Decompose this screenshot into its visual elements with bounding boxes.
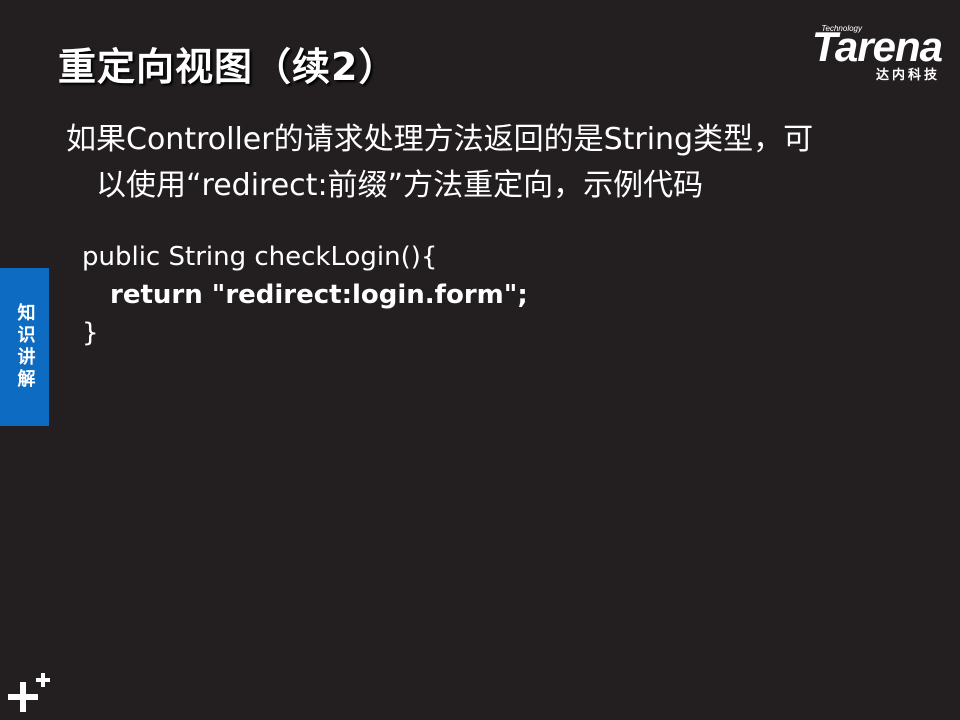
tarena-logo: Technology Tarena 达内科技 — [777, 22, 943, 84]
logo-chinese-name: 达内科技 — [875, 68, 940, 83]
body-line: 以使用“redirect:前缀”方法重定向，示例代码 — [96, 168, 704, 203]
code-line: public String checkLogin(){ — [82, 242, 438, 272]
side-tab-label: 知识讲解 — [14, 303, 36, 391]
code-block: public String checkLogin(){ return "redi… — [82, 238, 528, 352]
body-line: 如果Controller的请求处理方法返回的是String类型，可 — [66, 122, 814, 157]
body-text: 如果Controller的请求处理方法返回的是String类型，可 以使用“re… — [66, 117, 886, 209]
code-line: return "redirect:login.form"; — [110, 280, 528, 310]
slide-title: 重定向视图（续2） — [58, 45, 398, 89]
side-tab: 知识讲解 — [0, 268, 49, 426]
logo-wordmark: Tarena — [811, 23, 943, 70]
plus-icon — [8, 673, 50, 712]
code-line: } — [82, 318, 99, 348]
